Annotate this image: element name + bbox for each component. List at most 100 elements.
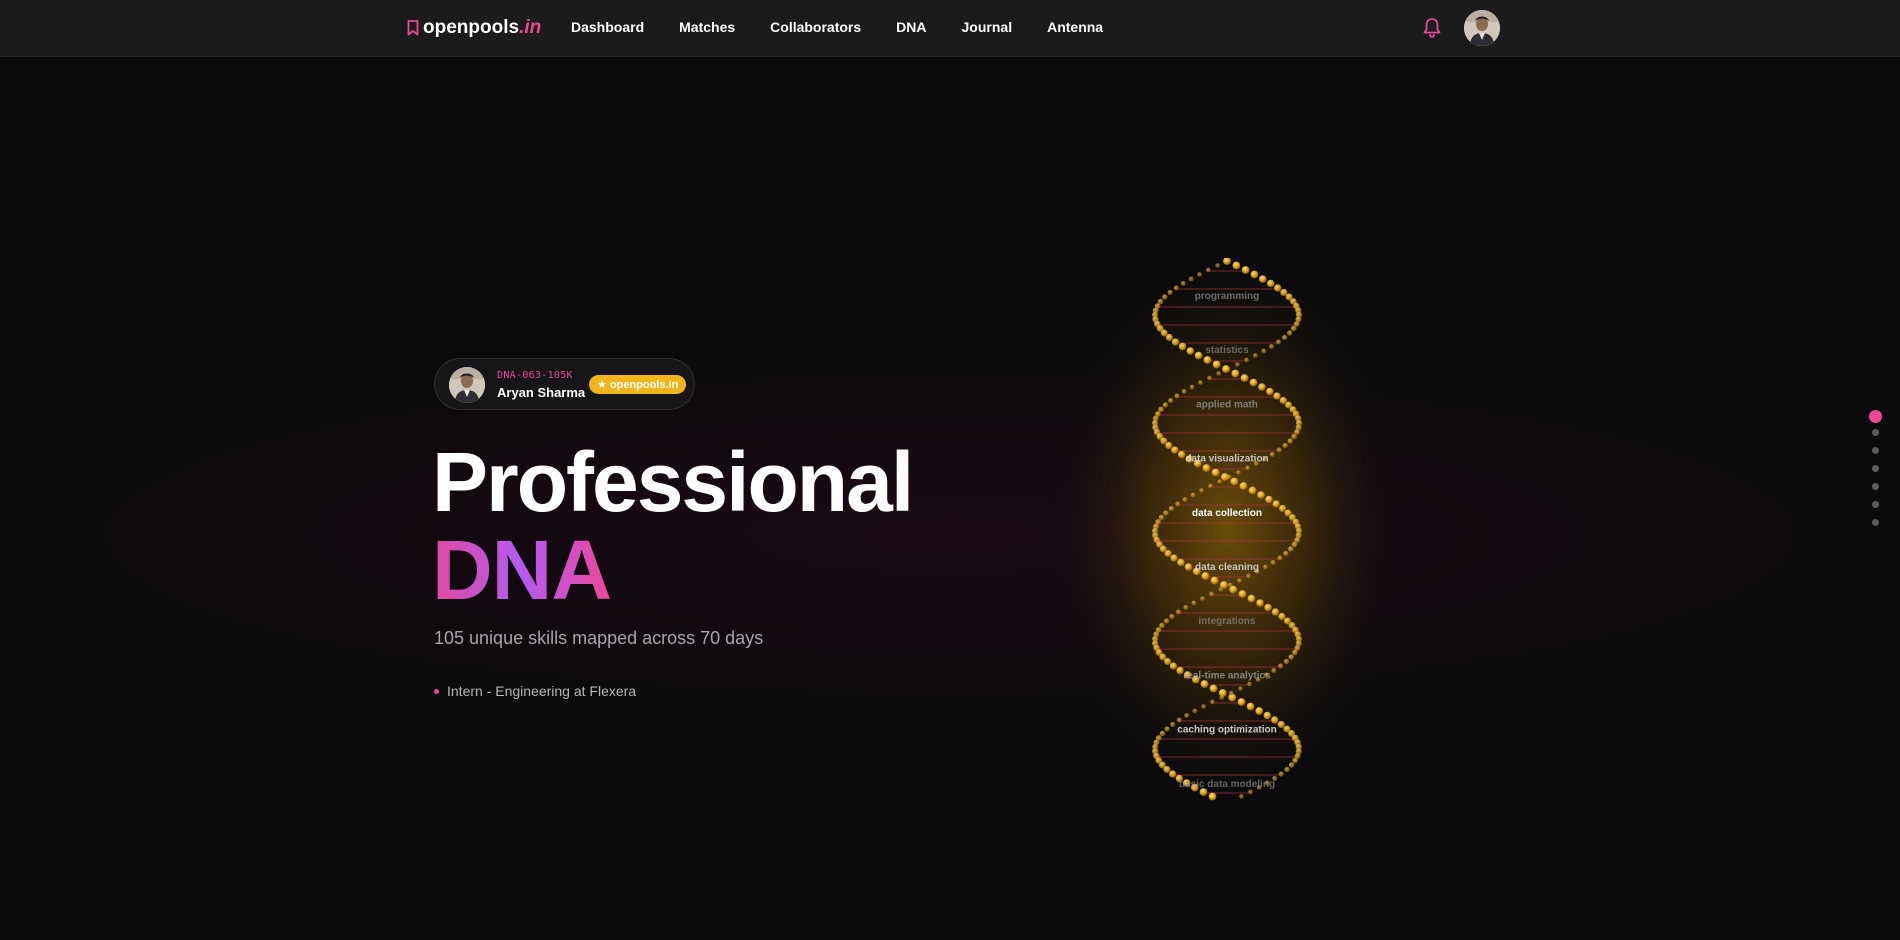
helix-bead [1168,397,1174,404]
helix-bead [1176,717,1182,723]
skill-label[interactable]: statistics [1205,345,1249,356]
helix-bead [1288,654,1294,660]
section-nav-dot[interactable] [1872,519,1879,526]
nav-matches[interactable]: Matches [679,19,735,35]
skill-label[interactable]: real-time analytics [1183,670,1271,681]
helix-bead [1222,365,1230,373]
helix-bead [1177,450,1186,459]
helix-bead [1220,581,1228,589]
helix-bead [1263,564,1268,570]
helix-bead [1189,384,1195,390]
helix-bead [1230,477,1239,486]
helix-bead [1248,486,1257,495]
section-nav-dot[interactable] [1872,465,1879,472]
helix-bead [1291,325,1297,332]
helix-bead [1237,578,1242,583]
skill-label[interactable]: integrations [1198,616,1256,627]
helix-bead [1203,356,1212,364]
helix-bead [1250,270,1259,279]
helix-bead [1229,585,1238,594]
skill-label[interactable]: applied math [1196,399,1258,410]
helix-bead [1198,380,1203,385]
bullet-dot [434,688,439,694]
helix-bead [1247,594,1256,603]
helix-bead [1184,563,1193,571]
helix-bead [1245,465,1250,471]
profile-pill[interactable]: DNA-063-105K Aryan Sharma ★ openpools.in [434,358,695,410]
helix-bead [1278,771,1284,777]
helix-bead [1210,699,1215,705]
helix-bead [1286,330,1293,336]
brand-tld: .in [519,17,542,38]
helix-bead [1192,708,1198,714]
badge-label: openpools.in [609,378,679,391]
helix-bead [1163,618,1170,624]
helix-bead [1291,433,1297,440]
nav-dna[interactable]: DNA [896,19,926,35]
helix-bead [1228,690,1234,696]
skill-label[interactable]: caching optimization [1177,725,1276,736]
nav-journal[interactable]: Journal [962,19,1013,35]
helix-bead [1165,333,1173,342]
helix-bead [1163,510,1169,516]
skill-label[interactable]: data collection [1192,508,1262,519]
helix-bead [1236,470,1241,475]
bell-icon[interactable] [1420,16,1444,40]
skill-label[interactable]: basic data modeling [1179,779,1275,790]
section-nav-dot[interactable] [1872,483,1879,490]
helix-bead [1164,657,1172,666]
helix-bead [1269,452,1275,457]
section-nav-dot[interactable] [1872,501,1879,508]
dna-helix: programming statistics applied math data vi… [1045,238,1411,818]
nav-antenna[interactable]: Antenna [1047,19,1103,35]
skill-label[interactable]: programming [1195,291,1259,302]
helix-bead [1283,658,1290,665]
helix-bead [1264,603,1272,612]
helix-bead [1169,613,1175,620]
helix-bead [1170,721,1176,728]
helix-bead [1244,357,1249,363]
skill-label[interactable]: data visualization [1185,454,1268,465]
helix-bead [1164,549,1172,558]
helix-bead [1291,541,1298,548]
helix-bead [1202,464,1211,472]
helix-bead [1278,612,1286,621]
section-nav-dot[interactable] [1872,429,1879,436]
helix-bead [1201,572,1210,580]
helix-bead [1292,757,1299,764]
helix-bead [1174,393,1180,399]
brand-logo[interactable]: openpools .in [407,16,541,40]
section-nav-dot[interactable] [1869,410,1882,423]
section-nav-dot[interactable] [1872,447,1879,454]
helix-bead [1278,663,1284,669]
openpools-badge: ★ openpools.in [589,375,687,394]
helix-bead [1184,713,1190,718]
helix-bead [1182,497,1188,502]
helix-bead [1206,267,1211,273]
helix-bead [1175,609,1182,615]
helix-bead [1183,605,1189,610]
skills-summary: 105 unique skills mapped across 70 days [434,628,764,648]
helix-bead [1197,272,1202,277]
helix-bead [1181,389,1187,394]
nav-collaborators[interactable]: Collaborators [770,19,861,35]
helix-bead [1190,492,1196,498]
helix-bead [1226,474,1232,480]
avatar[interactable] [1464,10,1500,46]
helix-bead [1283,550,1289,557]
helix-bead [1273,392,1281,400]
helix-bead [1194,351,1203,360]
helix-bead [1287,438,1293,444]
helix-bead [1269,344,1274,349]
helix-bead [1241,266,1250,274]
skill-label[interactable]: data cleaning [1195,562,1259,573]
brand-name: openpools [423,17,520,38]
nav-dashboard[interactable]: Dashboard [571,19,644,35]
helix-bead [1163,765,1171,774]
helix-bead [1238,590,1247,598]
helix-bead [1281,334,1288,341]
current-role: Intern - Engineering at Flexera [434,683,636,699]
helix-bead [1270,560,1276,565]
helix-bead [1168,505,1174,512]
avatar [449,367,485,403]
